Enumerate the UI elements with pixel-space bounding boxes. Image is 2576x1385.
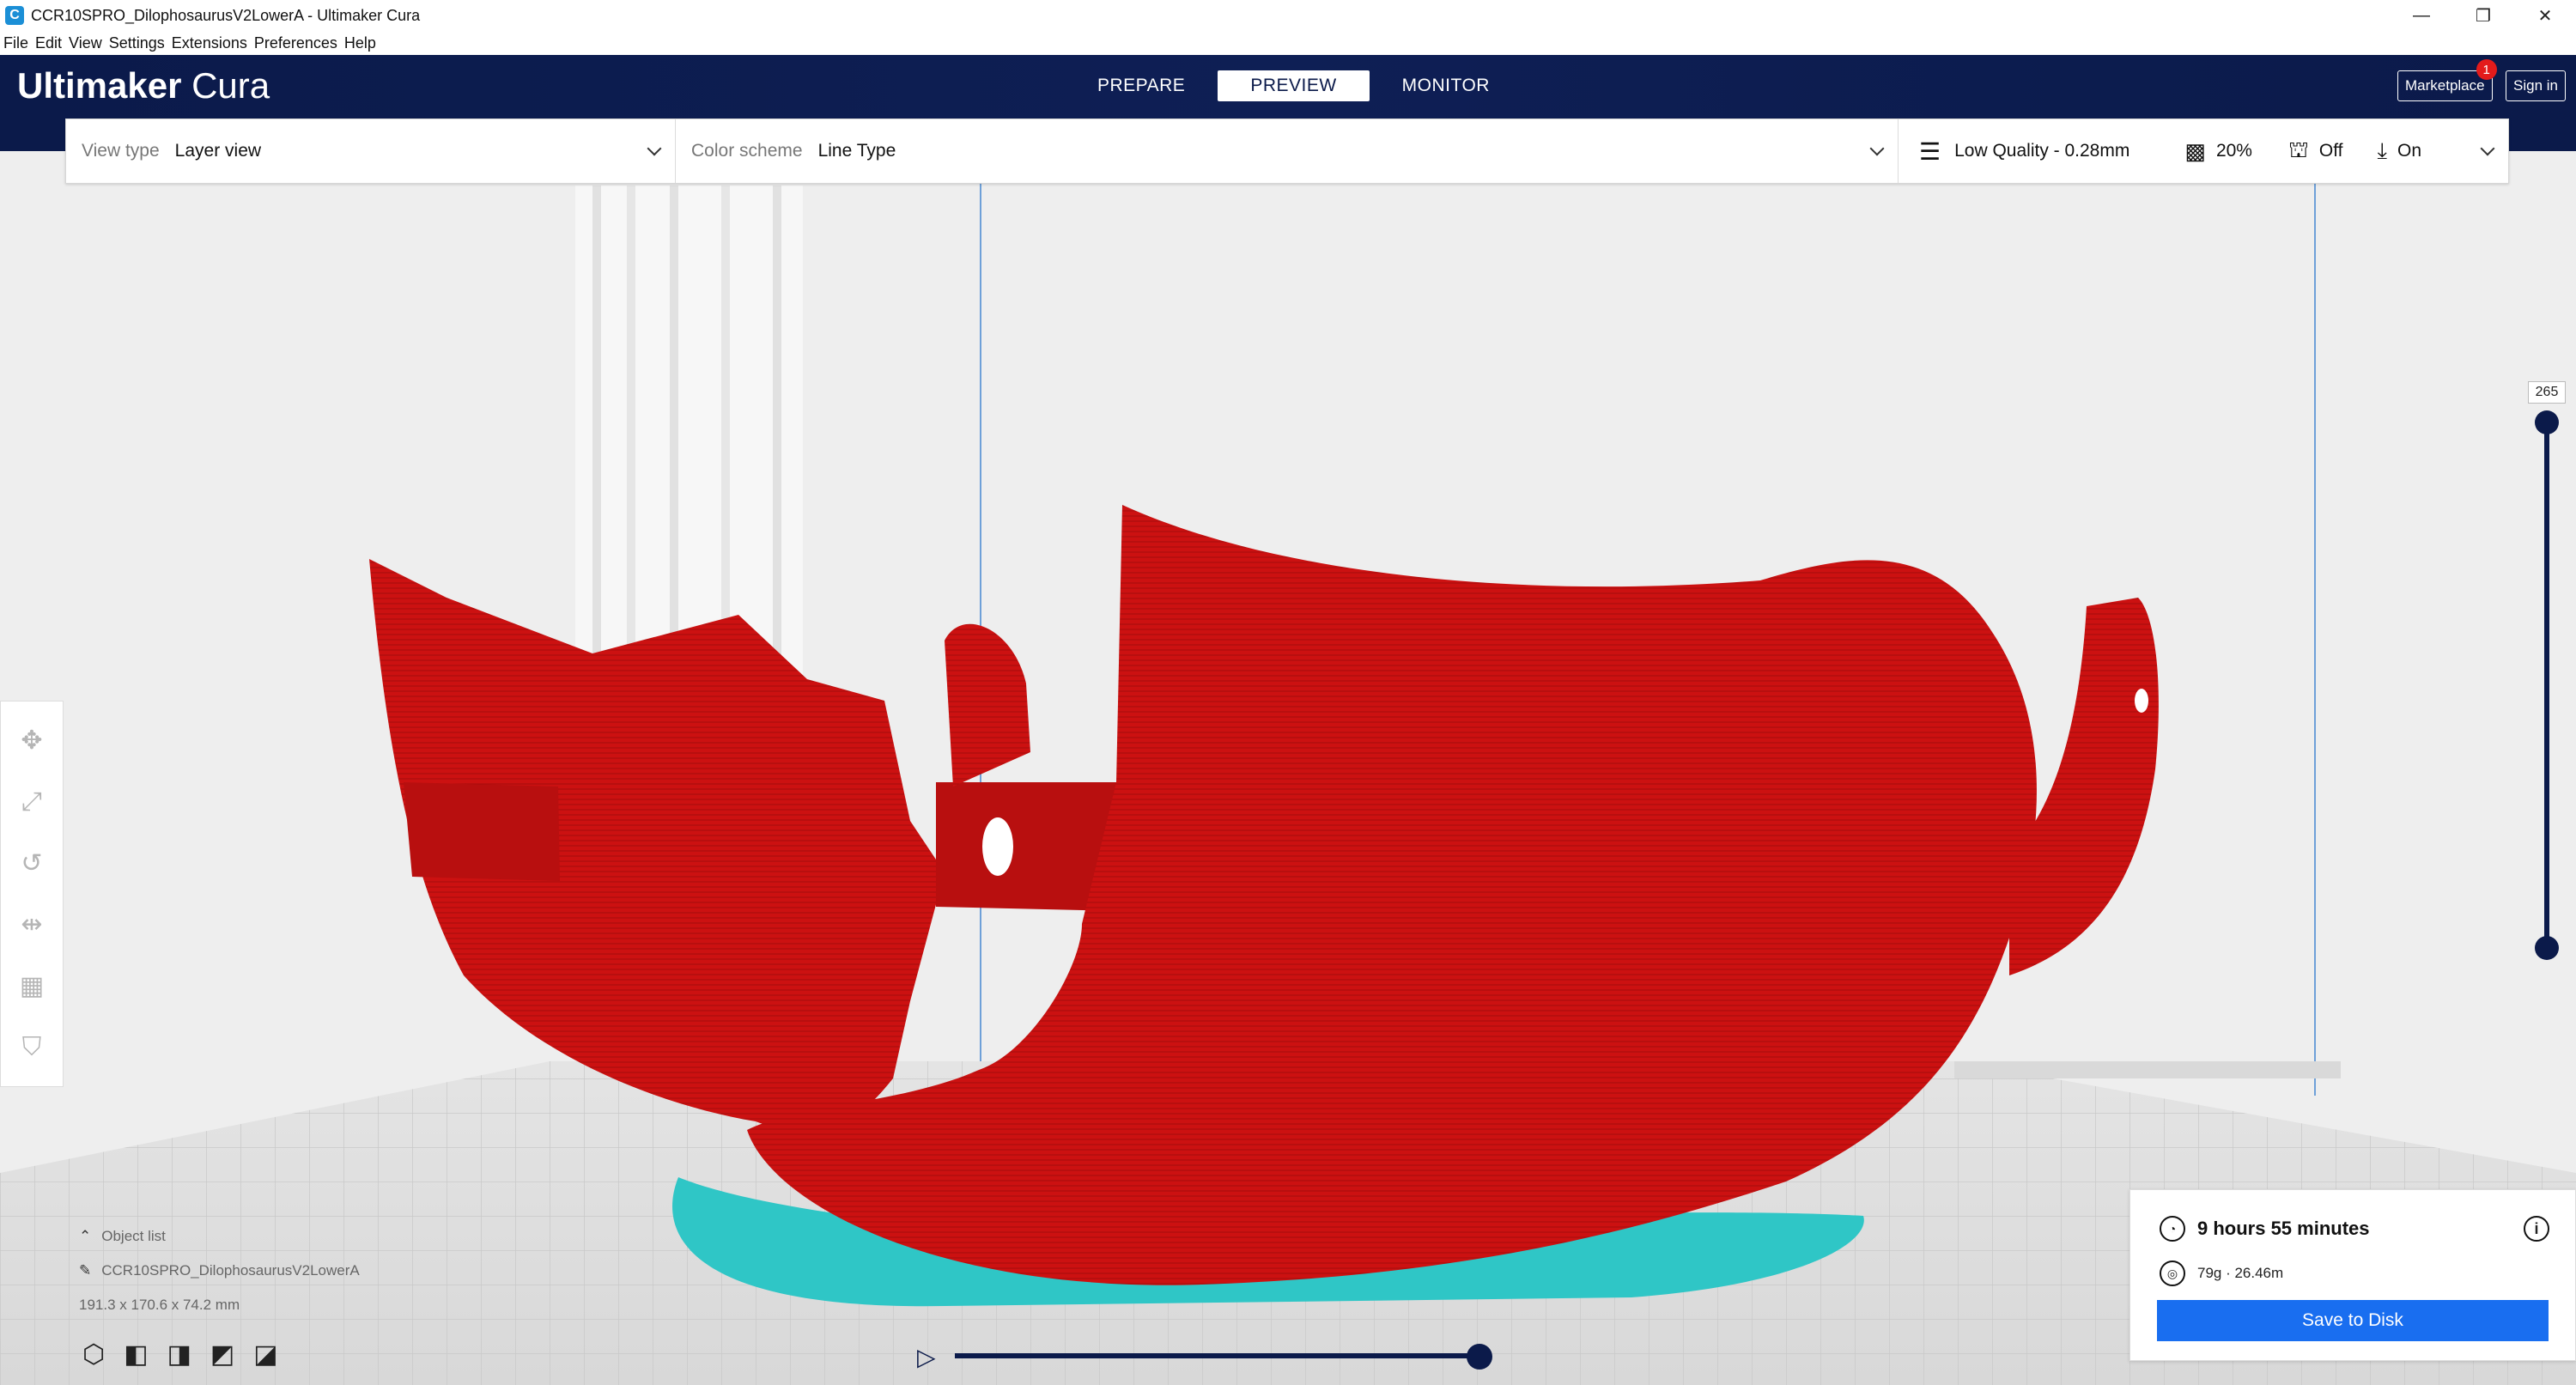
- chevron-up-icon: ⌃: [79, 1228, 92, 1244]
- color-scheme-dropdown[interactable]: Color scheme Line Type: [676, 119, 1899, 183]
- chevron-down-icon: [1869, 141, 1885, 156]
- marketplace-button[interactable]: Marketplace 1: [2397, 59, 2497, 101]
- print-settings-summary[interactable]: ☰ Low Quality - 0.28mm ▩ 20% ⛫ Off ⤓ On: [1899, 119, 2508, 183]
- tab-preview[interactable]: PREVIEW: [1218, 70, 1370, 101]
- object-list-header[interactable]: ⌃ Object list: [79, 1228, 360, 1245]
- adhesion-value: On: [2397, 141, 2422, 161]
- menu-file[interactable]: File: [3, 34, 28, 52]
- color-scheme-value: Line Type: [817, 141, 896, 161]
- model-small-fin: [945, 623, 1030, 787]
- left-toolbar: ✥ ⤢ ↺ ⇹ ▦ ⛉: [0, 701, 64, 1087]
- support-icon: ⛫: [2287, 136, 2309, 162]
- save-to-disk-button[interactable]: Save to Disk: [2157, 1300, 2549, 1341]
- chevron-down-icon: [647, 141, 662, 156]
- material-usage: 79g · 26.46m: [2197, 1265, 2284, 1281]
- logo-light: Cura: [191, 65, 270, 106]
- simulation-slider-track[interactable]: [955, 1353, 1480, 1358]
- sign-in-button[interactable]: Sign in: [2506, 70, 2566, 101]
- menu-help[interactable]: Help: [344, 34, 376, 52]
- rotate-tool-icon[interactable]: ↺: [21, 848, 42, 878]
- menu-preferences[interactable]: Preferences: [254, 34, 337, 52]
- move-tool-icon[interactable]: ✥: [21, 726, 42, 756]
- quality-profile: Low Quality - 0.28mm: [1954, 141, 2130, 161]
- object-dimensions-row: 191.3 x 170.6 x 74.2 mm: [79, 1297, 360, 1314]
- clock-icon: ◔: [2160, 1216, 2185, 1242]
- notification-badge: 1: [2476, 59, 2497, 80]
- print-time-row: ◔ 9 hours 55 minutes: [2160, 1216, 2370, 1242]
- view-type-label: View type: [82, 141, 160, 161]
- infill-icon: ▩: [2184, 137, 2206, 164]
- menu-view[interactable]: View: [69, 34, 102, 52]
- model-hook-hole: [2135, 689, 2148, 713]
- chevron-down-icon: [2480, 141, 2495, 156]
- object-list: ⌃ Object list ✎ CCR10SPRO_DilophosaurusV…: [79, 1228, 360, 1331]
- object-list-title: Object list: [101, 1228, 166, 1244]
- menu-bar: File Edit View Settings Extensions Prefe…: [0, 31, 2576, 55]
- model-left-tab: [404, 782, 560, 881]
- adhesion-icon: ⤓: [2377, 137, 2388, 163]
- pencil-icon: ✎: [79, 1262, 92, 1279]
- window-controls: — ❐ ✕: [2391, 0, 2576, 31]
- spool-icon: ◎: [2160, 1260, 2185, 1286]
- material-usage-row: ◎ 79g · 26.46m: [2160, 1260, 2283, 1286]
- scale-tool-icon[interactable]: ⤢: [21, 787, 42, 817]
- layer-slider-track[interactable]: [2544, 422, 2549, 948]
- menu-edit[interactable]: Edit: [35, 34, 62, 52]
- layer-slider-bottom-handle[interactable]: [2535, 936, 2559, 960]
- info-icon[interactable]: i: [2524, 1216, 2549, 1242]
- view-type-value: Layer view: [174, 141, 262, 161]
- view-type-dropdown[interactable]: View type Layer view: [66, 119, 676, 183]
- ultimaker-cura-logo: Ultimaker Cura: [17, 65, 270, 106]
- preview-toolbar: View type Layer view Color scheme Line T…: [65, 118, 2509, 184]
- close-button[interactable]: ✕: [2514, 0, 2576, 31]
- print-info-panel: ◔ 9 hours 55 minutes ◎ 79g · 26.46m i Sa…: [2129, 1189, 2576, 1361]
- layer-slider-top-handle[interactable]: [2535, 410, 2559, 434]
- print-time: 9 hours 55 minutes: [2197, 1218, 2370, 1239]
- play-simulation-icon[interactable]: ▷: [917, 1343, 936, 1371]
- per-model-settings-icon[interactable]: ▦: [20, 971, 44, 1001]
- restore-button[interactable]: ❐: [2452, 0, 2514, 31]
- object-name: CCR10SPRO_DilophosaurusV2LowerA: [101, 1262, 360, 1279]
- model-center-tab: [936, 782, 1116, 911]
- title-bar: C CCR10SPRO_DilophosaurusV2LowerA - Ulti…: [0, 0, 2576, 31]
- camera-view-buttons: ⬡ ◧ ◨ ◩ ◪: [82, 1339, 278, 1370]
- left-view-icon[interactable]: ◩: [210, 1339, 234, 1370]
- marketplace-label: Marketplace: [2405, 77, 2485, 94]
- menu-extensions[interactable]: Extensions: [172, 34, 247, 52]
- mirror-tool-icon[interactable]: ⇹: [21, 909, 42, 939]
- stage-tabs: PREPARE PREVIEW MONITOR: [1065, 70, 1522, 101]
- tab-monitor[interactable]: MONITOR: [1370, 70, 1522, 101]
- menu-settings[interactable]: Settings: [109, 34, 165, 52]
- tab-prepare[interactable]: PREPARE: [1065, 70, 1218, 101]
- top-view-icon[interactable]: ◨: [167, 1339, 191, 1370]
- simulation-slider-handle[interactable]: [1467, 1344, 1492, 1370]
- current-layer-label[interactable]: 265: [2528, 381, 2566, 404]
- object-list-item[interactable]: ✎ CCR10SPRO_DilophosaurusV2LowerA: [79, 1262, 360, 1279]
- front-view-icon[interactable]: ◧: [124, 1339, 148, 1370]
- object-dimensions: 191.3 x 170.6 x 74.2 mm: [79, 1297, 240, 1313]
- infill-value: 20%: [2215, 141, 2252, 161]
- support-blocker-icon[interactable]: ⛉: [22, 1033, 42, 1062]
- cura-app-icon: C: [5, 6, 24, 25]
- minimize-button[interactable]: —: [2391, 0, 2452, 31]
- logo-bold: Ultimaker: [17, 65, 182, 106]
- window-title: CCR10SPRO_DilophosaurusV2LowerA - Ultima…: [31, 6, 421, 24]
- sliders-icon: ☰: [1919, 137, 1941, 165]
- sign-in-label: Sign in: [2513, 77, 2558, 94]
- support-value: Off: [2318, 141, 2343, 161]
- color-scheme-label: Color scheme: [691, 141, 803, 161]
- model-tab-hole: [982, 817, 1013, 876]
- 3d-view-icon[interactable]: ⬡: [82, 1339, 105, 1370]
- right-view-icon[interactable]: ◪: [253, 1339, 277, 1370]
